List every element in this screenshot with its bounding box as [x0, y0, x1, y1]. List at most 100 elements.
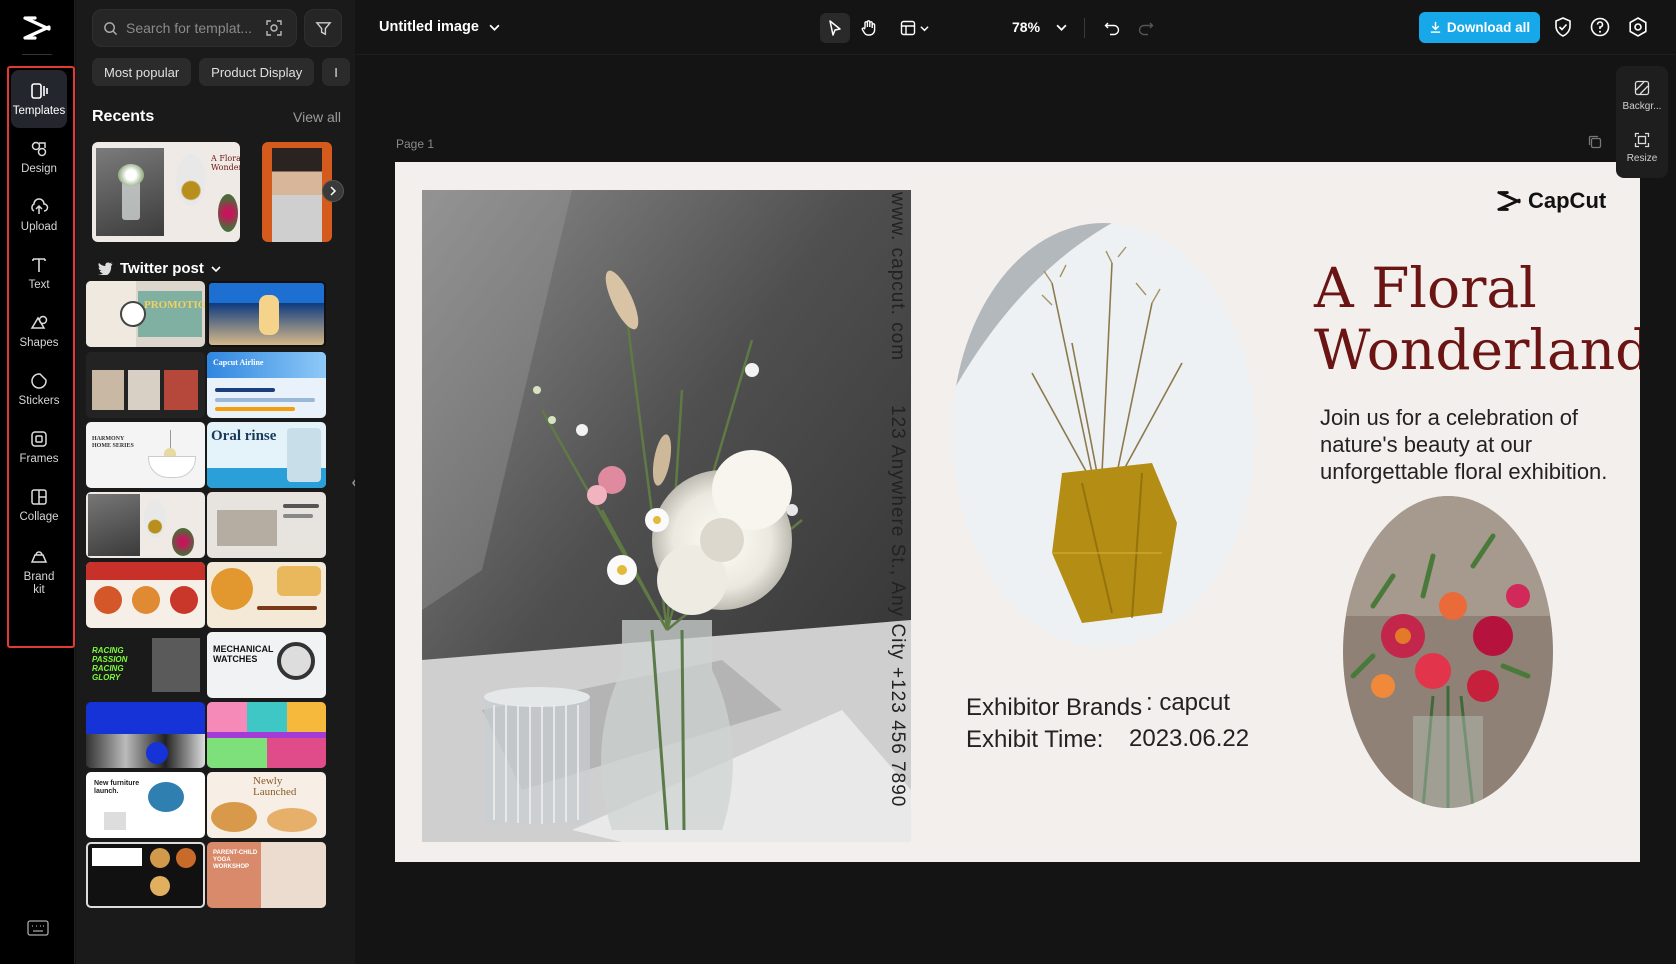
background-button[interactable]: Backgr... — [1616, 70, 1668, 122]
yellow-vase-image — [952, 223, 1255, 647]
oval-bouquet-photo[interactable] — [1343, 496, 1553, 808]
oval-vase-photo[interactable] — [952, 223, 1255, 647]
exhibitor-label[interactable]: Exhibitor Brands — [966, 694, 1142, 722]
view-all-link[interactable]: View all — [293, 109, 341, 125]
recents-title: Recents — [92, 108, 155, 125]
vertical-url-text[interactable]: www. capcut. com — [886, 192, 908, 361]
template-thumb-harmony[interactable]: HARMONY HOME SERIES — [86, 422, 205, 488]
upload-icon — [31, 197, 49, 214]
rail-item-text[interactable]: Text — [11, 244, 67, 302]
template-thumb-jewelry[interactable] — [207, 492, 326, 558]
document-title-label: Untitled image — [379, 19, 479, 35]
hand-tool[interactable] — [854, 13, 884, 43]
capcut-logo-icon[interactable] — [22, 15, 52, 41]
resize-label: Resize — [1626, 153, 1658, 164]
template-thumb-airline[interactable]: Capcut Airline — [207, 352, 326, 418]
undo-icon — [1104, 22, 1120, 36]
help-icon[interactable] — [1589, 16, 1611, 38]
rail-item-templates[interactable]: Templates — [11, 70, 67, 128]
recents-next-button[interactable] — [322, 180, 344, 202]
chevron-down-icon — [489, 24, 500, 31]
chip-product-display[interactable]: Product Display — [199, 58, 315, 86]
template-thumb-promotion[interactable]: PROMOTION — [86, 281, 205, 347]
select-tool[interactable] — [820, 13, 850, 43]
text-icon — [32, 257, 46, 272]
category-title[interactable]: Twitter post — [98, 260, 221, 277]
template-thumb-launched[interactable]: Newly Launched — [207, 772, 326, 838]
capcut-brand-text: CapCut — [1528, 188, 1607, 213]
templates-panel: Most popular Product Display I Recents V… — [76, 0, 355, 964]
template-thumb-floral[interactable] — [86, 492, 205, 558]
exhibit-time-label[interactable]: Exhibit Time: — [966, 726, 1103, 754]
page-label: Page 1 — [396, 137, 435, 151]
canvas-area[interactable]: Page 1 www. capcut. com 123 Anywhere St.… — [355, 56, 1676, 964]
exhibit-time-value[interactable]: 2023.06.22 — [1129, 725, 1249, 753]
right-tools-panel: Backgr... Resize — [1616, 66, 1668, 178]
exhibitor-value[interactable]: : capcut — [1146, 689, 1230, 717]
shapes-icon — [30, 315, 48, 329]
capcut-brand-logo[interactable]: CapCut — [1496, 188, 1606, 214]
rail-label-text: Text — [28, 278, 50, 291]
vertical-phone-text[interactable]: +123 456 7890 — [886, 667, 908, 807]
cursor-icon — [829, 20, 841, 36]
redo-button[interactable] — [1131, 13, 1161, 43]
template-thumb-noodles[interactable] — [86, 842, 205, 908]
design-page[interactable]: www. capcut. com 123 Anywhere St., Any C… — [395, 162, 1640, 862]
duplicate-page-icon[interactable] — [1587, 134, 1603, 150]
zoom-chevron-icon[interactable] — [1056, 22, 1067, 33]
template-thumb-racing[interactable]: RACING PASSION RACING GLORY — [86, 632, 205, 698]
chip-most-popular[interactable]: Most popular — [92, 58, 192, 86]
rail-item-upload[interactable]: Upload — [11, 186, 67, 244]
recent-template-floral[interactable]: A Floral Wonderland — [92, 142, 240, 242]
toolbar-divider — [1084, 18, 1085, 38]
headline-line-1: A Floral — [1314, 256, 1537, 320]
template-thumb-yoga[interactable]: PARENT-CHILD YOGA WORKSHOP — [207, 842, 326, 908]
template-thumb-watches[interactable]: MECHANICAL WATCHES — [207, 632, 326, 698]
rail-label-collage: Collage — [19, 510, 59, 523]
document-title[interactable]: Untitled image — [379, 19, 500, 35]
shield-icon[interactable] — [1552, 16, 1574, 38]
headline-line-2: Wonderland — [1314, 318, 1640, 382]
category-chips: Most popular Product Display I — [92, 58, 350, 86]
resize-button[interactable]: Resize — [1616, 122, 1668, 174]
template-thumb-oral[interactable]: Oral rinse — [207, 422, 326, 488]
description-text[interactable]: Join us for a celebration of nature's be… — [1320, 404, 1610, 485]
settings-icon[interactable] — [1627, 16, 1649, 38]
filter-button[interactable] — [304, 9, 342, 47]
download-all-button[interactable]: Download all — [1419, 12, 1540, 43]
redo-icon — [1138, 22, 1154, 36]
template-thumb-interior[interactable] — [86, 352, 205, 418]
layout-tool[interactable] — [894, 13, 934, 43]
rail-item-stickers[interactable]: Stickers — [11, 360, 67, 418]
undo-button[interactable] — [1097, 13, 1127, 43]
rail-item-shapes[interactable]: Shapes — [11, 302, 67, 360]
design-icon — [31, 141, 47, 156]
rail-item-collage[interactable]: Collage — [11, 476, 67, 534]
search-input[interactable] — [126, 20, 261, 36]
templates-icon — [31, 82, 48, 99]
rail-item-design[interactable]: Design — [11, 128, 67, 186]
template-thumb-furniture[interactable]: New furniture launch. — [86, 772, 205, 838]
main-flower-photo[interactable] — [422, 190, 911, 842]
headline-text[interactable]: A Floral Wonderland — [1314, 257, 1640, 381]
template-thumb-food-menu[interactable] — [86, 562, 205, 628]
thumb-furniture-text: New furniture launch. — [94, 780, 140, 795]
vertical-address-text[interactable]: 123 Anywhere St., Any City — [886, 405, 908, 660]
chevron-down-icon — [919, 25, 929, 31]
chip-more[interactable]: I — [322, 58, 350, 86]
template-thumb-beach[interactable] — [207, 281, 326, 347]
rail-item-brand-kit[interactable]: Brand kit — [11, 536, 67, 608]
template-thumb-cuisine[interactable] — [207, 562, 326, 628]
template-thumb-capcut-collage[interactable] — [207, 702, 326, 768]
template-thumb-scale[interactable] — [86, 702, 205, 768]
rail-item-frames[interactable]: Frames — [11, 418, 67, 476]
chevron-right-icon — [330, 186, 337, 196]
keyboard-icon[interactable] — [27, 920, 49, 936]
rail-divider — [22, 54, 52, 55]
background-icon — [1634, 80, 1650, 96]
top-bar: Untitled image 78% Download all — [355, 0, 1676, 55]
image-search-icon[interactable] — [265, 19, 283, 37]
search-box[interactable] — [92, 9, 297, 47]
zoom-level[interactable]: 78% — [1012, 19, 1040, 35]
stickers-icon — [31, 372, 47, 389]
